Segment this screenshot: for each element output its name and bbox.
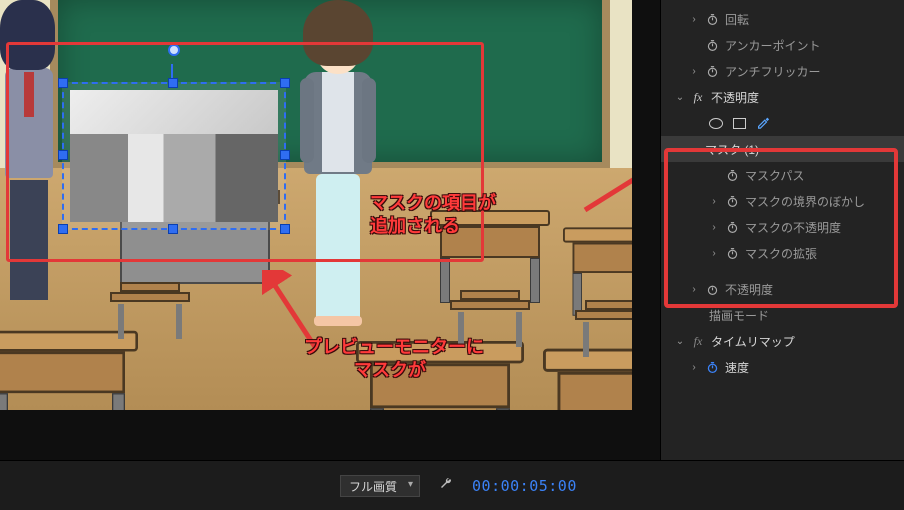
- chevron-down-icon[interactable]: [675, 92, 685, 103]
- preview-monitor[interactable]: マスクの項目が 追加される プレビューモニターに マスクが: [0, 0, 660, 460]
- property-rotation[interactable]: 回転: [661, 6, 904, 32]
- playback-quality-select[interactable]: フル画質: [340, 475, 420, 497]
- property-label: タイムリマップ: [711, 333, 904, 350]
- property-label: アンカーポイント: [725, 37, 904, 54]
- property-label: 回転: [725, 11, 904, 28]
- stopwatch-icon[interactable]: [705, 64, 719, 78]
- chevron-right-icon[interactable]: [689, 66, 699, 77]
- mask-shape-tools[interactable]: [661, 110, 904, 136]
- annotation-text-panel: マスクの項目が 追加される: [370, 192, 496, 239]
- property-anchor-point[interactable]: アンカーポイント: [661, 32, 904, 58]
- fx-badge-icon: fx: [691, 90, 705, 104]
- fx-badge-icon: fx: [691, 334, 705, 348]
- annotation-arrow: [580, 160, 632, 220]
- property-label: 不透明度: [711, 89, 904, 106]
- stopwatch-icon[interactable]: [705, 12, 719, 26]
- stopwatch-icon[interactable]: [705, 38, 719, 52]
- main-area: マスクの項目が 追加される プレビューモニターに マスクが 回転 アンカーポイン…: [0, 0, 904, 460]
- property-label: 描画モード: [709, 307, 904, 324]
- pen-tool-icon[interactable]: [756, 115, 770, 132]
- rectangle-mask-icon[interactable]: [733, 118, 746, 129]
- annotation-highlight-effects: [664, 148, 898, 308]
- preview-canvas: マスクの項目が 追加される プレビューモニターに マスクが: [0, 0, 632, 410]
- preview-footer-bar: フル画質 00:00:05:00: [0, 460, 904, 510]
- ellipse-mask-icon[interactable]: [709, 118, 723, 129]
- property-label: アンチフリッカー: [725, 63, 904, 80]
- property-antiflicker[interactable]: アンチフリッカー: [661, 58, 904, 84]
- chevron-down-icon[interactable]: [675, 336, 685, 347]
- annotation-text-preview: プレビューモニターに マスクが: [304, 336, 484, 383]
- chevron-right-icon[interactable]: [689, 14, 699, 25]
- chevron-right-icon[interactable]: [689, 362, 699, 373]
- stopwatch-icon[interactable]: [705, 360, 719, 374]
- effect-time-remap-group[interactable]: fx タイムリマップ: [661, 328, 904, 354]
- property-label: 速度: [725, 359, 904, 376]
- property-speed[interactable]: 速度: [661, 354, 904, 380]
- timecode-display[interactable]: 00:00:05:00: [472, 477, 577, 495]
- effect-opacity-group[interactable]: fx 不透明度: [661, 84, 904, 110]
- wrench-icon[interactable]: [438, 476, 454, 495]
